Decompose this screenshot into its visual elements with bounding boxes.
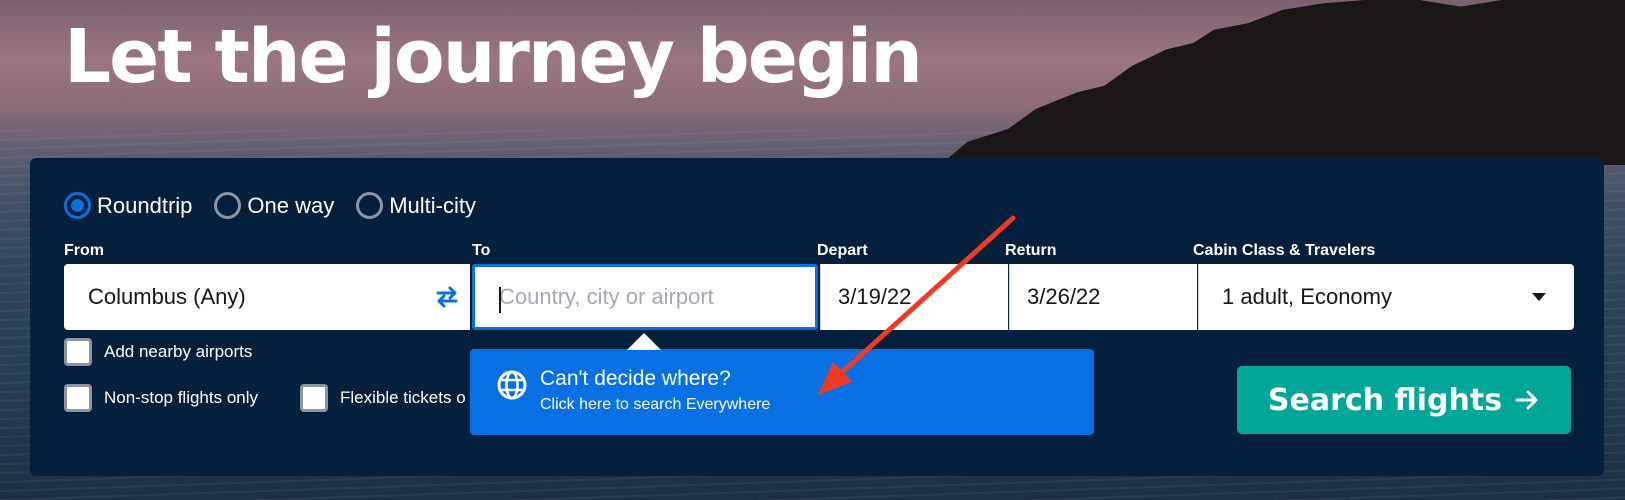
popover-notch <box>627 333 661 350</box>
trip-type-label: Roundtrip <box>97 192 193 218</box>
to-field[interactable] <box>472 264 818 330</box>
trip-type-selector: Roundtrip One way Multi-city <box>64 192 476 219</box>
checkbox-icon[interactable] <box>64 384 92 412</box>
from-field[interactable]: Columbus (Any) <box>64 264 470 330</box>
trip-type-roundtrip[interactable]: Roundtrip <box>64 192 192 219</box>
swap-arrows-icon[interactable] <box>434 284 460 310</box>
cabin-label: Cabin Class & Travelers <box>1193 242 1376 259</box>
popover-title: Can't decide where? <box>540 367 731 390</box>
depart-value: 3/19/22 <box>838 284 912 309</box>
return-value: 3/26/22 <box>1027 284 1101 309</box>
to-label: To <box>472 242 491 259</box>
to-input[interactable] <box>499 284 815 310</box>
cabin-value: 1 adult, Economy <box>1222 284 1392 309</box>
chevron-down-icon[interactable] <box>1532 293 1546 301</box>
from-value: Columbus (Any) <box>88 284 246 309</box>
popover-subtitle: Click here to search Everywhere <box>540 396 771 413</box>
return-field[interactable]: 3/26/22 <box>1009 264 1197 330</box>
hero-title: Let the journey begin <box>64 14 923 100</box>
search-flights-button[interactable]: Search flights <box>1237 366 1571 434</box>
search-flights-label: Search flights <box>1267 382 1503 418</box>
nearby-airports-label: Add nearby airports <box>104 342 253 361</box>
nearby-airports-checkbox[interactable]: Add nearby airports <box>64 338 252 366</box>
cliff-silhouette <box>940 0 1625 165</box>
globe-icon <box>497 370 527 400</box>
trip-type-one-way[interactable]: One way <box>214 192 334 219</box>
trip-type-label: One way <box>247 192 335 218</box>
trip-type-multi-city[interactable]: Multi-city <box>356 192 476 219</box>
arrow-right-icon <box>1515 390 1538 410</box>
text-cursor <box>499 287 501 313</box>
radio-unselected-icon <box>214 192 242 219</box>
checkbox-icon[interactable] <box>300 384 328 412</box>
trip-type-label: Multi-city <box>389 192 476 218</box>
depart-label: Depart <box>817 242 868 259</box>
non-stop-label: Non-stop flights only <box>104 388 259 407</box>
radio-unselected-icon <box>356 192 384 219</box>
depart-field[interactable]: 3/19/22 <box>820 264 1008 330</box>
radio-selected-icon <box>64 192 91 219</box>
cabin-travelers-field[interactable]: 1 adult, Economy <box>1198 264 1574 330</box>
from-label: From <box>64 242 104 259</box>
flexible-tickets-label: Flexible tickets o <box>340 388 466 407</box>
non-stop-checkbox[interactable]: Non-stop flights only <box>64 384 258 412</box>
return-label: Return <box>1005 242 1057 259</box>
flexible-tickets-checkbox[interactable]: Flexible tickets o <box>300 384 472 412</box>
checkbox-icon[interactable] <box>64 338 92 366</box>
search-everywhere-popover[interactable]: Can't decide where? Click here to search… <box>470 333 1094 435</box>
